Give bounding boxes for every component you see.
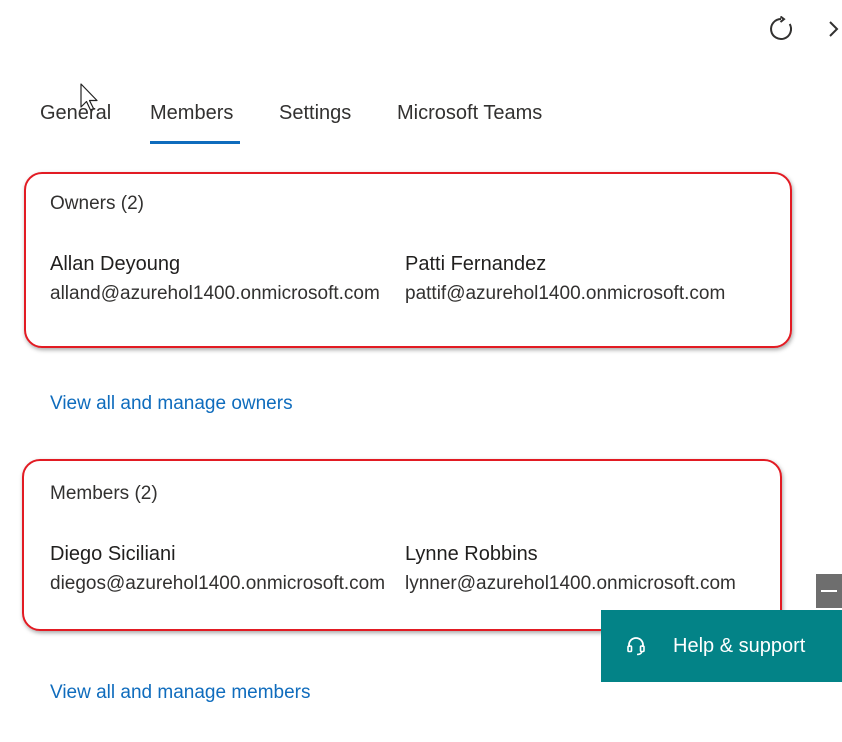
owners-heading: Owners (2) [50,193,144,214]
refresh-button[interactable] [766,14,796,44]
headset-icon [625,634,649,658]
owner-name: Patti Fernandez [405,253,547,275]
selected-tab-indicator [150,141,240,144]
owner-email: pattif@azurehol1400.onmicrosoft.com [405,283,726,304]
next-button[interactable] [826,14,842,44]
member-name: Diego Siciliani [50,543,176,565]
manage-members-link[interactable]: View all and manage members [50,682,311,704]
manage-owners-link[interactable]: View all and manage owners [50,393,293,415]
refresh-icon [770,16,793,40]
owner-email: alland@azurehol1400.onmicrosoft.com [50,283,380,304]
help-support-label: Help & support [673,634,806,657]
tab-microsoft-teams[interactable]: Microsoft Teams [397,100,542,126]
minimize-help-button[interactable] [816,574,842,608]
tab-settings[interactable]: Settings [279,100,351,126]
tab-general[interactable]: General [40,100,111,126]
tab-members[interactable]: Members [150,100,233,126]
minimize-icon [821,590,837,592]
help-support-button[interactable]: Help & support [601,610,842,682]
chevron-right-icon [829,21,839,37]
member-name: Lynne Robbins [405,543,538,565]
member-email: diegos@azurehol1400.onmicrosoft.com [50,573,386,594]
mouse-cursor-icon [80,83,98,111]
member-email: lynner@azurehol1400.onmicrosoft.com [405,573,736,594]
members-page: General Members Settings Microsoft Teams… [0,0,842,742]
member-card: Diego Siciliani diegos@azurehol1400.onmi… [50,539,400,599]
members-heading: Members (2) [50,483,158,504]
member-card: Lynne Robbins lynner@azurehol1400.onmicr… [405,539,755,599]
owner-card: Allan Deyoung alland@azurehol1400.onmicr… [50,249,400,309]
owner-card: Patti Fernandez pattif@azurehol1400.onmi… [405,249,755,309]
owner-name: Allan Deyoung [50,253,181,275]
